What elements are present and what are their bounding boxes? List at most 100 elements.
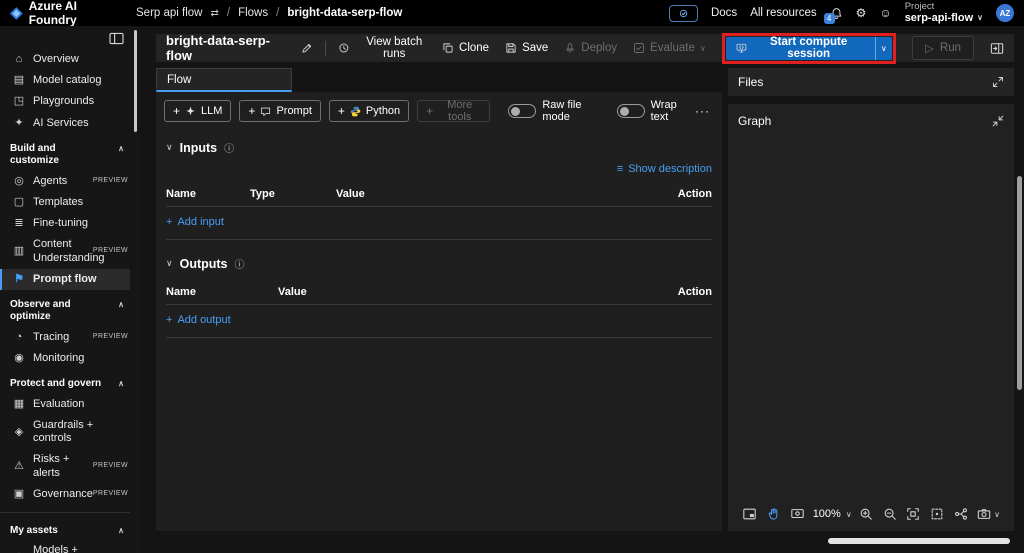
zoom-level-select[interactable]: 100% ∨ (813, 508, 852, 520)
graph-panel-header: Graph (728, 104, 1014, 128)
raw-file-mode-toggle[interactable]: Raw file mode (508, 99, 598, 123)
collapse-graph-button[interactable] (992, 115, 1004, 127)
view-batch-runs-button[interactable]: View batch runs (338, 36, 434, 60)
sidebar-item-content-understanding[interactable]: ▥ Content Understanding PREVIEW (0, 234, 130, 268)
governance-icon: ▣ (12, 488, 26, 501)
sidebar-item-tracing[interactable]: ◔ Tracing PREVIEW (0, 327, 130, 348)
auto-layout-button[interactable] (952, 505, 970, 523)
add-prompt-button[interactable]: + Prompt (239, 100, 320, 122)
show-description-link[interactable]: ≡ Show description (617, 163, 712, 175)
outputs-title: Outputs (180, 257, 228, 271)
presentation-view-button[interactable] (788, 505, 807, 523)
edit-flow-name-button[interactable] (301, 42, 313, 54)
breadcrumb-separator: / (227, 7, 230, 19)
sidebar-item-monitoring[interactable]: ◉ Monitoring (0, 348, 130, 369)
sidebar-item-prompt-flow[interactable]: ⚑ Prompt flow (0, 269, 130, 290)
open-side-panel-button[interactable] (990, 42, 1004, 55)
sidebar-item-label: Risks + alerts (33, 453, 86, 479)
expand-files-button[interactable] (992, 76, 1004, 88)
actual-size-button[interactable] (928, 505, 946, 523)
preview-badge: PREVIEW (93, 333, 128, 341)
fit-to-screen-button[interactable] (904, 505, 922, 523)
sidebar-item-fine-tuning[interactable]: ≣ Fine-tuning (0, 213, 130, 234)
preview-badge: PREVIEW (93, 462, 128, 470)
python-icon (350, 106, 361, 117)
settings-gear-icon[interactable]: ⚙ (856, 6, 867, 20)
minimap-toggle-button[interactable] (740, 505, 759, 523)
sidebar-item-model-catalog[interactable]: ▤ Model catalog (0, 70, 130, 91)
zoom-out-button[interactable] (881, 505, 899, 523)
graph-canvas[interactable] (728, 128, 1014, 531)
collapse-sidebar-icon (109, 32, 124, 45)
preview-badge: PREVIEW (93, 490, 128, 498)
chevron-down-icon: ∨ (700, 44, 706, 53)
all-resources-link[interactable]: All resources (750, 7, 816, 19)
play-icon: ▷ (925, 41, 934, 55)
plus-icon: + (173, 104, 180, 118)
inputs-info-icon[interactable]: ⓘ (224, 140, 234, 155)
outputs-info-icon[interactable]: ⓘ (235, 256, 245, 271)
sidebar-item-models-endpoints[interactable]: ⊙ Models + endpoints (0, 540, 130, 553)
sidebar-item-label: AI Services (33, 117, 128, 130)
sidebar-item-overview[interactable]: ⌂ Overview (0, 49, 130, 70)
start-compute-session-button[interactable]: Start compute session (726, 37, 875, 60)
add-output-link[interactable]: + Add output (166, 314, 712, 326)
zoom-level-value: 100% (813, 508, 841, 520)
sidebar-item-evaluation[interactable]: ▦ Evaluation (0, 394, 130, 415)
inputs-section-header: ∨ Inputs ⓘ (166, 132, 712, 157)
horizontal-scrollbar-thumb[interactable] (828, 538, 1010, 544)
sidebar-item-governance[interactable]: ▣ Governance PREVIEW (0, 484, 130, 505)
content-understanding-icon: ▥ (12, 245, 26, 258)
sidebar-item-agents[interactable]: ◎ Agents PREVIEW (0, 171, 130, 192)
sidebar: ⌂ Overview ▤ Model catalog ◳ Playgrounds… (0, 26, 140, 553)
add-llm-button[interactable]: + LLM (164, 100, 231, 122)
docs-link[interactable]: Docs (711, 7, 737, 19)
toolbar-overflow-button[interactable]: ··· (695, 104, 714, 118)
sidebar-scrollbar-thumb[interactable] (134, 30, 137, 132)
screenshot-button[interactable]: ∨ (975, 505, 1002, 523)
wrap-text-toggle[interactable]: Wrap text (617, 99, 687, 123)
vertical-scrollbar-thumb[interactable] (1017, 176, 1022, 390)
sidebar-item-guardrails-controls[interactable]: ◈ Guardrails + controls (0, 415, 130, 449)
save-button[interactable]: Save (505, 42, 548, 54)
sidebar-item-ai-services[interactable]: ✦ AI Services (0, 113, 130, 134)
notifications-button[interactable]: 4 (830, 7, 843, 20)
workspace: Flow + LLM + Prompt (156, 68, 1014, 531)
collapse-sidebar-button[interactable] (109, 32, 124, 45)
sidebar-item-templates[interactable]: ▢ Templates (0, 192, 130, 213)
deploy-button[interactable]: Deploy (564, 42, 617, 54)
start-compute-session-menu-button[interactable]: ∨ (875, 37, 892, 60)
pan-tool-button[interactable] (765, 505, 783, 523)
add-input-link[interactable]: + Add input (166, 216, 712, 228)
sidebar-section-build-and-customize[interactable]: Build and customize ∧ (0, 134, 130, 171)
sidebar-item-label: Playgrounds (33, 95, 128, 108)
sidebar-section-my-assets[interactable]: My assets ∧ (0, 516, 130, 541)
sidebar-section-protect-and-govern[interactable]: Protect and govern ∧ (0, 369, 130, 394)
sidebar-item-risks-alerts[interactable]: ⚠ Risks + alerts PREVIEW (0, 449, 130, 483)
copilot-button[interactable] (669, 5, 698, 22)
clone-button[interactable]: Clone (442, 42, 489, 54)
zoom-in-button[interactable] (857, 505, 875, 523)
breadcrumb-flows[interactable]: Flows (238, 7, 268, 19)
breadcrumb-flow-name[interactable]: Serp api flow (136, 7, 202, 19)
feedback-smiley-icon[interactable]: ☺ (879, 6, 891, 20)
evaluate-button[interactable]: Evaluate ∨ (633, 42, 706, 54)
sidebar-section-observe-and-optimize[interactable]: Observe and optimize ∧ (0, 290, 130, 327)
sidebar-item-label: Agents (33, 175, 86, 188)
graph-panel-title: Graph (738, 114, 771, 128)
sidebar-item-playgrounds[interactable]: ◳ Playgrounds (0, 91, 130, 112)
prompt-chat-icon (260, 106, 271, 117)
inputs-collapse-chevron-icon[interactable]: ∨ (166, 142, 173, 153)
project-switcher[interactable]: Project serp-api-flow ∨ (905, 2, 983, 25)
tab-flow[interactable]: Flow (156, 68, 292, 92)
run-button[interactable]: ▷ Run (912, 36, 974, 60)
section-title: Build and customize (10, 143, 102, 168)
more-tools-button[interactable]: + More tools (417, 100, 490, 122)
right-panel-column: Files Graph (728, 68, 1014, 531)
guardrails-shield-icon: ◈ (12, 426, 26, 439)
home-link[interactable]: Azure AI Foundry (10, 0, 126, 27)
outputs-collapse-chevron-icon[interactable]: ∨ (166, 258, 173, 269)
add-python-button[interactable]: + Python (329, 100, 409, 122)
flow-switcher-icon[interactable]: ⇄ (210, 8, 218, 19)
account-avatar[interactable]: AZ (996, 4, 1014, 22)
